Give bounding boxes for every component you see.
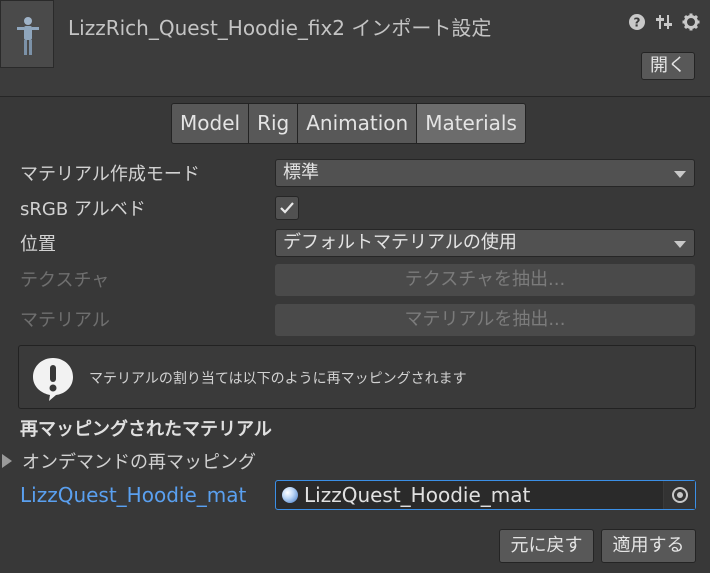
chevron-right-icon — [2, 454, 12, 468]
tab-rig[interactable]: Rig — [249, 104, 299, 143]
srgb-label: sRGB アルベド — [20, 199, 146, 220]
info-text: マテリアルの割り当ては以下のように再マッピングされます — [89, 371, 467, 387]
open-button[interactable]: 開く — [641, 52, 695, 80]
apply-button[interactable]: 適用する — [601, 529, 696, 563]
extract-textures-button: テクスチャを抽出... — [275, 264, 695, 296]
target-icon — [672, 487, 688, 503]
header-icons: ? — [628, 13, 700, 31]
page-title: LizzRich_Quest_Hoodie_fix2 インポート設定 — [68, 16, 492, 40]
revert-button[interactable]: 元に戻す — [499, 529, 594, 563]
info-icon — [33, 358, 73, 401]
chevron-down-icon — [674, 171, 686, 178]
material-slot-label: LizzQuest_Hoodie_mat — [20, 483, 247, 507]
tab-animation[interactable]: Animation — [298, 104, 418, 143]
location-label: 位置 — [20, 234, 56, 255]
remapped-materials-heading: 再マッピングされたマテリアル — [20, 419, 272, 440]
location-dropdown[interactable]: デフォルトマテリアルの使用 — [275, 229, 695, 257]
chevron-down-icon — [674, 241, 686, 248]
material-object-field[interactable]: LizzQuest_Hoodie_mat — [275, 480, 696, 510]
object-picker-button[interactable] — [663, 481, 695, 509]
material-icon — [282, 487, 298, 503]
info-message-box: マテリアルの割り当ては以下のように再マッピングされます — [18, 345, 696, 409]
material-object-value: LizzQuest_Hoodie_mat — [304, 483, 531, 507]
model-preview-thumbnail — [0, 0, 54, 68]
materials-label: マテリアル — [20, 310, 110, 331]
textures-label: テクスチャ — [20, 270, 110, 291]
help-icon[interactable]: ? — [628, 13, 646, 31]
tab-model[interactable]: Model — [172, 104, 250, 143]
on-demand-remap-label: オンデマンドの再マッピング — [22, 452, 256, 473]
preset-icon[interactable] — [655, 13, 673, 31]
tab-materials[interactable]: Materials — [417, 104, 525, 143]
figure-icon — [17, 17, 39, 55]
creation-mode-dropdown[interactable]: 標準 — [275, 159, 695, 187]
gear-icon[interactable] — [682, 13, 700, 31]
extract-materials-button: マテリアルを抽出... — [275, 304, 695, 336]
checkmark-icon — [280, 202, 294, 214]
location-value: デフォルトマテリアルの使用 — [283, 232, 517, 253]
on-demand-remap-foldout[interactable]: オンデマンドの再マッピング — [0, 450, 256, 473]
creation-mode-value: 標準 — [283, 162, 319, 183]
svg-text:?: ? — [634, 16, 641, 30]
srgb-checkbox[interactable] — [275, 196, 299, 220]
inspector-header: LizzRich_Quest_Hoodie_fix2 インポート設定 ? 開く — [0, 0, 710, 97]
creation-mode-label: マテリアル作成モード — [20, 164, 200, 185]
import-tabs: Model Rig Animation Materials — [171, 103, 526, 144]
